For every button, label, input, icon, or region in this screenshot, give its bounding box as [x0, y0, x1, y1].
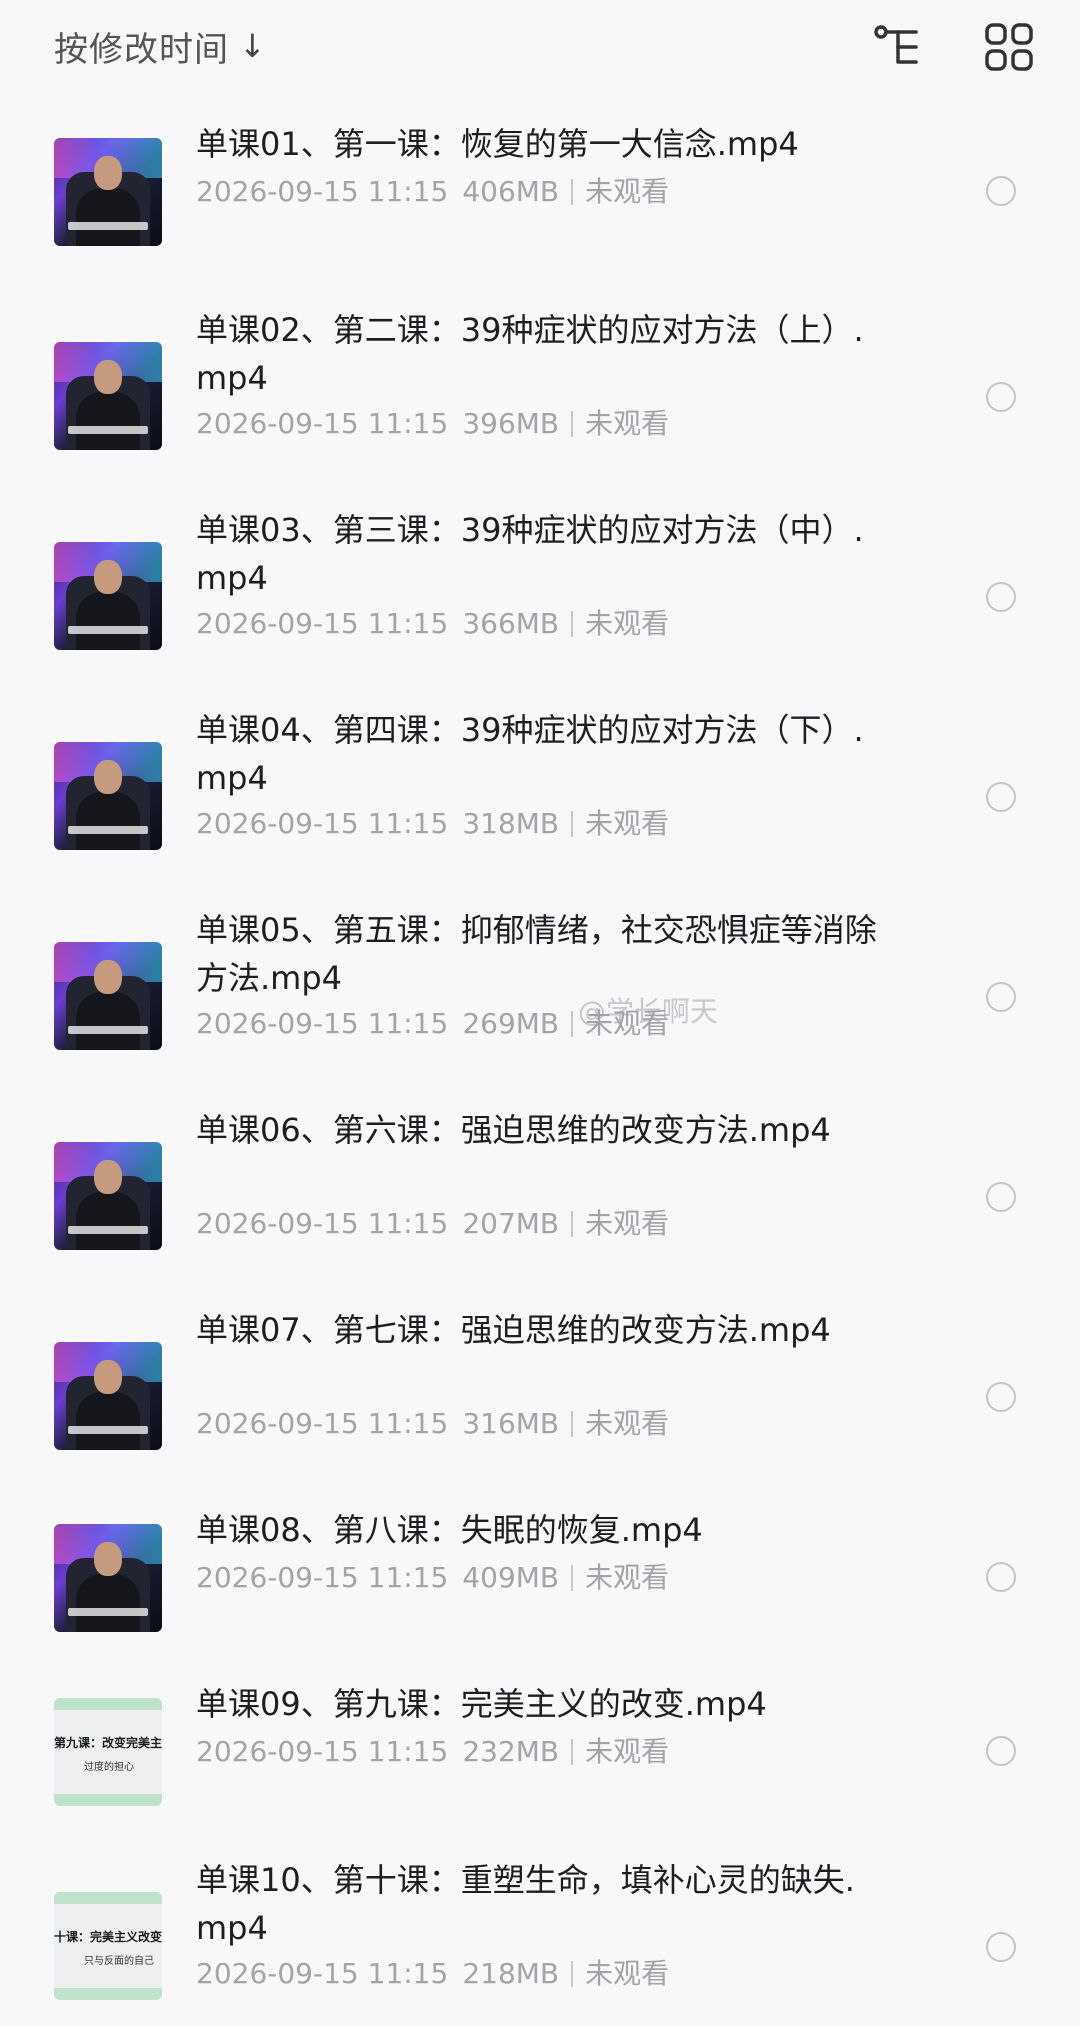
watch-status: 未观看	[585, 175, 670, 208]
meta-divider	[571, 611, 574, 637]
file-size: 366MB	[462, 607, 560, 640]
file-date: 2026-09-15 11:15	[196, 1007, 449, 1040]
file-name: 单课05、第五课：抑郁情绪，社交恐惧症等消除方法.mp4	[196, 911, 877, 997]
select-radio-button[interactable]	[986, 982, 1016, 1012]
file-name: 单课07、第七课：强迫思维的改变方法.mp4	[196, 1311, 831, 1349]
tree-view-icon[interactable]	[872, 20, 926, 74]
meta-divider	[571, 411, 574, 437]
file-size: 406MB	[462, 175, 560, 208]
video-thumbnail[interactable]	[54, 1142, 162, 1250]
file-row[interactable]: 第九课：改变完美主义过度的担心单课09、第九课：完美主义的改变.mp42026-…	[0, 1685, 1080, 1810]
select-radio-button[interactable]	[986, 1736, 1016, 1766]
file-meta: 2026-09-15 11:15 406MB 未观看	[196, 172, 669, 212]
file-date: 2026-09-15 11:15	[196, 1407, 449, 1440]
file-size: 396MB	[462, 407, 560, 440]
file-name: 单课09、第九课：完美主义的改变.mp4	[196, 1685, 767, 1723]
video-thumbnail[interactable]	[54, 942, 162, 1050]
file-date: 2026-09-15 11:15	[196, 607, 449, 640]
file-row[interactable]: 单课02、第二课：39种症状的应对方法（上）.mp4 2026-09-15 11:…	[0, 311, 1080, 476]
file-meta: 2026-09-15 11:15 366MB 未观看	[196, 604, 669, 644]
file-meta: 2026-09-15 11:15 409MB 未观看	[196, 1558, 669, 1598]
file-name: 单课04、第四课：39种症状的应对方法（下）.mp4	[196, 711, 864, 797]
watch-status: 未观看	[585, 1561, 670, 1594]
file-row[interactable]: 单课04、第四课：39种症状的应对方法（下）.mp4 2026-09-15 11:…	[0, 711, 1080, 876]
file-name: 单课06、第六课：强迫思维的改变方法.mp4	[196, 1111, 831, 1149]
watch-status: 未观看	[585, 607, 670, 640]
file-size: 232MB	[462, 1735, 560, 1768]
file-name: 单课08、第八课：失眠的恢复.mp4	[196, 1511, 703, 1549]
grid-view-icon[interactable]	[982, 20, 1036, 74]
file-row[interactable]: 十课：完美主义改变方法只与反面的自己单课10、第十课：重塑生命，填补心灵的缺失.…	[0, 1861, 1080, 2026]
watermark: @学长啊天	[578, 995, 719, 1028]
file-name: 单课03、第三课：39种症状的应对方法（中）.mp4	[196, 511, 864, 597]
meta-divider	[571, 1961, 574, 1987]
file-size: 316MB	[462, 1407, 560, 1440]
select-radio-button[interactable]	[986, 1932, 1016, 1962]
video-thumbnail[interactable]	[54, 742, 162, 850]
file-date: 2026-09-15 11:15	[196, 1957, 449, 1990]
slide-thumbnail-subtitle: 只与反面的自己	[84, 1956, 154, 1967]
file-row[interactable]: 单课07、第七课：强迫思维的改变方法.mp4 2026-09-15 11:15 3…	[0, 1311, 1080, 1476]
watch-status: 未观看	[585, 1735, 670, 1768]
file-meta: 2026-09-15 11:15 318MB 未观看	[196, 804, 669, 844]
file-row[interactable]: 单课05、第五课：抑郁情绪，社交恐惧症等消除方法.mp4 2026-09-15 1…	[0, 911, 1080, 1076]
slide-thumbnail-title: 十课：完美主义改变方法	[54, 1930, 162, 1944]
file-size: 269MB	[462, 1007, 560, 1040]
meta-divider	[571, 811, 574, 837]
slide-thumbnail[interactable]: 第九课：改变完美主义过度的担心	[54, 1698, 162, 1806]
file-date: 2026-09-15 11:15	[196, 407, 449, 440]
file-meta: 2026-09-15 11:15 316MB 未观看	[196, 1404, 669, 1444]
meta-divider	[571, 1211, 574, 1237]
video-thumbnail[interactable]	[54, 1342, 162, 1450]
file-meta: 2026-09-15 11:15 207MB 未观看	[196, 1204, 669, 1244]
file-meta: 2026-09-15 11:15 218MB 未观看	[196, 1954, 669, 1994]
select-radio-button[interactable]	[986, 1182, 1016, 1212]
watch-status: 未观看	[585, 807, 670, 840]
select-radio-button[interactable]	[986, 782, 1016, 812]
select-radio-button[interactable]	[986, 382, 1016, 412]
slide-thumbnail-subtitle: 过度的担心	[84, 1762, 134, 1773]
video-thumbnail[interactable]	[54, 138, 162, 246]
file-row[interactable]: 单课03、第三课：39种症状的应对方法（中）.mp4 2026-09-15 11:…	[0, 511, 1080, 676]
select-radio-button[interactable]	[986, 582, 1016, 612]
meta-divider	[571, 1565, 574, 1591]
select-radio-button[interactable]	[986, 1562, 1016, 1592]
file-size: 318MB	[462, 807, 560, 840]
sort-by-modified-button[interactable]: 按修改时间 ↓	[54, 22, 267, 70]
meta-divider	[571, 1739, 574, 1765]
video-thumbnail[interactable]	[54, 542, 162, 650]
meta-divider	[571, 179, 574, 205]
watch-status: 未观看	[585, 1957, 670, 1990]
file-name: 单课02、第二课：39种症状的应对方法（上）.mp4	[196, 311, 864, 397]
file-row[interactable]: 单课01、第一课：恢复的第一大信念.mp4 2026-09-15 11:15 40…	[0, 125, 1080, 250]
file-size: 207MB	[462, 1207, 560, 1240]
watch-status: 未观看	[585, 407, 670, 440]
sort-label: 按修改时间	[54, 29, 229, 70]
file-meta: 2026-09-15 11:15 396MB 未观看	[196, 404, 669, 444]
file-row[interactable]: 单课06、第六课：强迫思维的改变方法.mp4 2026-09-15 11:15 2…	[0, 1111, 1080, 1276]
select-radio-button[interactable]	[986, 1382, 1016, 1412]
file-size: 409MB	[462, 1561, 560, 1594]
file-name: 单课01、第一课：恢复的第一大信念.mp4	[196, 125, 799, 163]
meta-divider	[571, 1411, 574, 1437]
file-date: 2026-09-15 11:15	[196, 1735, 449, 1768]
watch-status: 未观看	[585, 1207, 670, 1240]
file-date: 2026-09-15 11:15	[196, 175, 449, 208]
meta-divider	[571, 1011, 574, 1037]
watch-status: 未观看	[585, 1407, 670, 1440]
video-thumbnail[interactable]	[54, 342, 162, 450]
sort-direction-arrow-icon: ↓	[239, 27, 267, 65]
file-date: 2026-09-15 11:15	[196, 1207, 449, 1240]
select-radio-button[interactable]	[986, 176, 1016, 206]
file-date: 2026-09-15 11:15	[196, 807, 449, 840]
file-row[interactable]: 单课08、第八课：失眠的恢复.mp4 2026-09-15 11:15 409MB…	[0, 1511, 1080, 1636]
file-name: 单课10、第十课：重塑生命，填补心灵的缺失.mp4	[196, 1861, 855, 1947]
slide-thumbnail-title: 第九课：改变完美主义	[54, 1736, 162, 1750]
top-toolbar: 按修改时间 ↓	[0, 0, 1080, 100]
video-thumbnail[interactable]	[54, 1524, 162, 1632]
slide-thumbnail[interactable]: 十课：完美主义改变方法只与反面的自己	[54, 1892, 162, 2000]
file-date: 2026-09-15 11:15	[196, 1561, 449, 1594]
file-meta: 2026-09-15 11:15 232MB 未观看	[196, 1732, 669, 1772]
file-size: 218MB	[462, 1957, 560, 1990]
